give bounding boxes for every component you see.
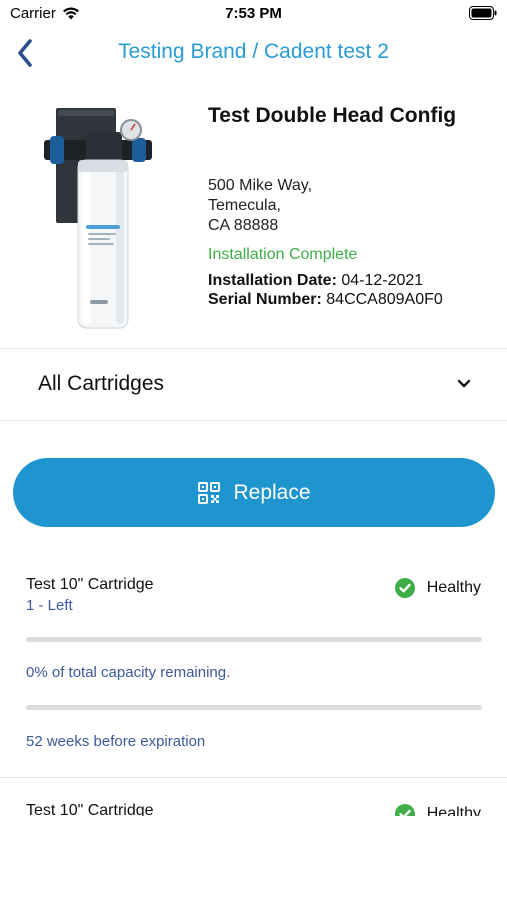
expiration-text: 52 weeks before expiration	[26, 733, 206, 750]
address-line: CA 88888	[208, 217, 279, 234]
device-address: 500 Mike Way, Temecula, CA 88888	[208, 176, 312, 236]
installation-status: Installation Complete	[208, 246, 358, 263]
nav-title: Testing Brand / Cadent test 2	[118, 40, 389, 63]
installation-date-value: 04-12-2021	[341, 272, 424, 289]
health-status-label: Healthy	[426, 805, 481, 816]
replace-button-label: Replace	[233, 480, 311, 504]
back-button[interactable]	[10, 36, 40, 70]
divider	[0, 420, 507, 421]
cartridge-filter-dropdown[interactable]: All Cartridges	[0, 349, 507, 420]
serial-number-label: Serial Number:	[208, 291, 322, 308]
check-circle-icon	[394, 804, 415, 816]
address-line: 500 Mike Way,	[208, 177, 313, 194]
cartridge-filter-label: All Cartridges	[38, 372, 165, 395]
filter-system-image	[44, 108, 152, 329]
navigation-bar: Testing Brand / Cadent test 2	[0, 28, 507, 78]
screen: Carrier 7:53 PM Testing Brand / Cadent t…	[0, 0, 507, 900]
cartridge-name: Test 10" Cartridge	[26, 576, 154, 593]
address-line: Temecula,	[208, 197, 281, 214]
health-status-badge: Healthy	[394, 804, 481, 816]
serial-number-value: 84CCA809A0F0	[326, 291, 443, 308]
serial-number: Serial Number: 84CCA809A0F0	[208, 291, 443, 309]
capacity-progress-bar	[26, 637, 482, 642]
installation-date: Installation Date: 04-12-2021	[208, 272, 423, 290]
chevron-down-icon	[457, 379, 471, 388]
battery-icon	[469, 6, 497, 20]
chevron-left-icon	[18, 39, 32, 67]
cartridge-position: 1 - Left	[26, 597, 73, 614]
expiration-progress-bar	[26, 705, 482, 710]
replace-button[interactable]: Replace	[13, 458, 495, 527]
installation-date-label: Installation Date:	[208, 272, 337, 289]
health-status-label: Healthy	[426, 579, 481, 596]
cartridge-name: Test 10" Cartridge	[26, 802, 154, 816]
clock-label: 7:53 PM	[225, 5, 282, 22]
qr-code-icon	[198, 481, 221, 504]
cartridge-item[interactable]: Test 10" Cartridge Healthy	[0, 778, 507, 816]
health-status-badge: Healthy	[394, 578, 481, 598]
check-circle-icon	[394, 578, 415, 598]
device-title: Test Double Head Config	[208, 104, 457, 127]
status-bar: Carrier 7:53 PM	[0, 0, 507, 28]
capacity-remaining-text: 0% of total capacity remaining.	[26, 664, 231, 681]
